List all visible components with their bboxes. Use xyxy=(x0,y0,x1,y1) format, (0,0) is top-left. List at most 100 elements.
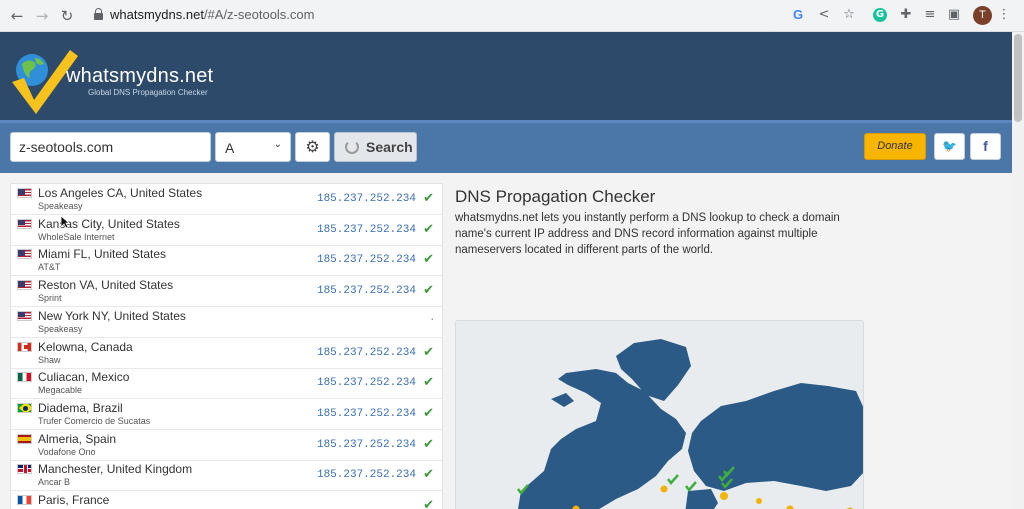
results-list: Los Angeles CA, United States Speakeasy 18… xyxy=(10,183,443,509)
checkmark-icon: ✔ xyxy=(423,498,434,509)
facebook-button[interactable]: f xyxy=(970,133,1001,160)
checkmark-icon: ✔ xyxy=(423,191,434,206)
flag-us-icon xyxy=(17,280,32,291)
flag-us-icon xyxy=(17,218,32,229)
pending-dot-icon: · xyxy=(430,312,435,326)
world-map[interactable] xyxy=(455,320,864,509)
result-provider: WholeSale Internet xyxy=(38,231,115,242)
share-icon[interactable]: < xyxy=(816,7,832,23)
result-ip[interactable]: 185.237.252.234 xyxy=(317,285,416,297)
scrollbar-thumb[interactable] xyxy=(1014,34,1022,122)
search-button[interactable]: Search xyxy=(334,132,417,162)
result-row[interactable]: Manchester, United Kingdom Ancar B 185.237… xyxy=(11,460,442,492)
url-host: whatsmydns.net xyxy=(110,7,204,22)
flag-mx-icon xyxy=(17,372,32,383)
browser-menu-icon[interactable]: ⋮ xyxy=(996,7,1012,23)
checkmark-icon: ✔ xyxy=(423,344,434,360)
result-location: Miami FL, United States xyxy=(38,247,167,262)
checkmark-icon: ✔ xyxy=(423,221,434,237)
site-header: whatsmydns.net Global DNS Propagation Ch… xyxy=(0,32,1012,123)
result-provider: AT&T xyxy=(38,262,61,273)
result-ip[interactable]: 185.237.252.234 xyxy=(317,347,416,359)
domain-input[interactable] xyxy=(10,132,211,162)
facebook-icon: f xyxy=(983,138,988,154)
mouse-cursor-icon xyxy=(60,215,70,229)
result-provider: Speakeasy xyxy=(38,323,83,334)
loading-spinner-icon xyxy=(345,140,359,154)
panel-description: whatsmydns.net lets you instantly perfor… xyxy=(455,212,840,256)
result-provider: Megacable xyxy=(38,385,83,396)
result-provider: Trufer Comercio de Sucatas xyxy=(38,415,151,426)
result-ip[interactable]: 185.237.252.234 xyxy=(317,408,416,420)
flag-fr-icon xyxy=(17,495,32,505)
result-row[interactable]: Diadema, Brazil Trufer Comercio de Sucata… xyxy=(11,399,442,430)
result-provider: Vodafone Ono xyxy=(38,446,96,457)
checkmark-icon: ✔ xyxy=(423,283,434,299)
reload-icon[interactable]: ↻ xyxy=(58,7,76,25)
twitter-icon: 🐦 xyxy=(942,139,957,153)
result-location: Manchester, United Kingdom xyxy=(38,462,193,477)
site-tagline: Global DNS Propagation Checker xyxy=(88,88,208,97)
checkmark-icon: ✔ xyxy=(423,375,434,391)
result-ip[interactable]: 185.237.252.234 xyxy=(317,439,416,451)
bookmark-star-icon[interactable]: ☆ xyxy=(841,7,857,23)
result-ip[interactable]: 185.237.252.234 xyxy=(317,224,416,236)
checkmark-icon: ✔ xyxy=(423,436,434,452)
record-type-select[interactable]: A ⌄ xyxy=(215,132,291,162)
result-row[interactable]: Almeria, Spain Vodafone Ono 185.237.252.23… xyxy=(11,430,442,461)
flag-us-icon xyxy=(17,188,32,198)
page-scrollbar[interactable] xyxy=(1012,32,1024,509)
result-ip[interactable]: 185.237.252.234 xyxy=(317,469,416,481)
result-location: Paris, France xyxy=(38,493,110,507)
google-icon[interactable]: G xyxy=(790,7,806,23)
url-text[interactable]: whatsmydns.net/#A/z-seotools.com xyxy=(110,7,314,22)
result-ip[interactable]: 185.237.252.234 xyxy=(317,377,416,389)
back-icon[interactable]: ← xyxy=(8,7,26,25)
result-location: Kelowna, Canada xyxy=(38,339,133,354)
result-row[interactable]: New York NY, United States Speakeasy · xyxy=(11,307,442,338)
result-location: Diadema, Brazil xyxy=(38,400,123,415)
checkmark-icon: ✔ xyxy=(423,252,434,268)
result-provider: Ancar B xyxy=(38,477,71,488)
result-row[interactable]: Los Angeles CA, United States Speakeasy 18… xyxy=(11,184,442,215)
twitter-button[interactable]: 🐦 xyxy=(934,133,965,160)
result-row[interactable]: Kansas City, United States WholeSale Inte… xyxy=(11,215,442,246)
extensions-puzzle-icon[interactable]: ✚ xyxy=(898,7,914,23)
side-panel-icon[interactable]: ▣ xyxy=(946,7,962,23)
panel-title: DNS Propagation Checker xyxy=(455,187,656,206)
url-path: /#A/z-seotools.com xyxy=(203,7,315,22)
result-ip[interactable]: 185.237.252.234 xyxy=(317,193,416,205)
flag-uk-icon xyxy=(17,464,32,475)
site-brand[interactable]: whatsmydns.net xyxy=(66,65,213,88)
search-button-label: Search xyxy=(366,139,413,155)
settings-button[interactable]: ⚙ xyxy=(295,132,330,162)
record-type-value: A xyxy=(225,140,235,156)
result-row[interactable]: Kelowna, Canada Shaw 185.237.252.234 ✔ xyxy=(11,338,442,369)
result-row[interactable]: Reston VA, United States Sprint 185.237.25… xyxy=(11,276,442,308)
flag-ca-icon xyxy=(17,341,32,352)
grammarly-icon[interactable]: G xyxy=(873,8,887,22)
profile-avatar[interactable]: T xyxy=(973,6,992,25)
address-bar[interactable]: whatsmydns.net/#A/z-seotools.com xyxy=(84,4,774,27)
flag-es-icon xyxy=(17,433,32,444)
result-location: New York NY, United States xyxy=(38,308,186,323)
result-row[interactable]: Miami FL, United States AT&T 185.237.252.2… xyxy=(11,245,442,277)
forward-icon[interactable]: → xyxy=(33,7,51,25)
result-provider: Speakeasy xyxy=(38,201,83,211)
chevron-down-icon: ⌄ xyxy=(273,139,282,150)
checkmark-icon: ✔ xyxy=(423,467,434,483)
result-location: Los Angeles CA, United States xyxy=(38,186,203,200)
result-location: Culiacan, Mexico xyxy=(38,370,130,385)
world-map-graphic xyxy=(517,339,863,509)
result-row[interactable]: Paris, France ✔ xyxy=(11,491,442,509)
checkmark-icon: ✔ xyxy=(423,405,434,421)
result-row[interactable]: Culiacan, Mexico Megacable 185.237.252.234… xyxy=(11,368,442,400)
search-form: A ⌄ ⚙ Search Donate 🐦 f xyxy=(0,123,1012,173)
result-provider: Shaw xyxy=(38,354,61,365)
flag-us-icon xyxy=(17,249,32,260)
reading-list-icon[interactable]: ≡ xyxy=(922,7,938,23)
result-provider: Sprint xyxy=(38,293,62,304)
donate-button[interactable]: Donate xyxy=(864,133,926,160)
gear-icon: ⚙ xyxy=(305,137,320,156)
result-ip[interactable]: 185.237.252.234 xyxy=(317,254,416,266)
